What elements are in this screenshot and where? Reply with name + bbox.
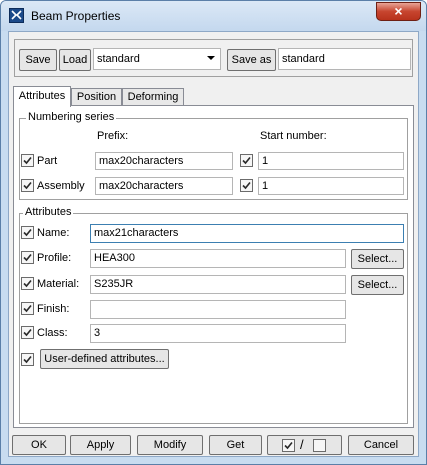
unchecked-box-icon (313, 439, 326, 452)
checkmark-icon (23, 355, 32, 364)
user-defined-checkbox[interactable] (21, 353, 34, 366)
material-select-button[interactable]: Select... (351, 275, 404, 295)
assembly-start-checkbox[interactable] (240, 179, 253, 192)
checkmark-icon (23, 328, 32, 337)
checkmark-icon (23, 279, 32, 288)
load-button[interactable]: Load (59, 49, 91, 71)
dialog-client-area: Save Load standard Save as standard Attr… (8, 31, 419, 457)
title-bar[interactable]: Beam Properties × (1, 1, 426, 31)
profile-label: Profile: (37, 252, 72, 264)
part-checkbox[interactable] (21, 154, 34, 167)
name-label: Name: (37, 227, 70, 239)
finish-field[interactable] (90, 300, 346, 319)
checkmark-icon (23, 228, 32, 237)
start-number-header: Start number: (260, 130, 327, 142)
attributes-group-label: Attributes (23, 206, 74, 218)
checkmark-icon (23, 253, 32, 262)
name-field[interactable]: max21characters (90, 224, 404, 243)
save-as-button[interactable]: Save as (227, 49, 276, 71)
assembly-checkbox[interactable] (21, 179, 34, 192)
tab-position[interactable]: Position (71, 88, 122, 106)
name-checkbox[interactable] (21, 226, 34, 239)
part-prefix-field[interactable]: max20characters (95, 152, 233, 170)
tab-deforming[interactable]: Deforming (122, 88, 184, 106)
load-select-value: standard (97, 53, 140, 65)
modify-button[interactable]: Modify (137, 435, 203, 455)
checkmark-icon (242, 181, 251, 190)
bottom-button-bar: OK Apply Modify Get / Cancel (9, 432, 418, 456)
save-as-field[interactable]: standard (278, 48, 411, 70)
checked-box-icon (282, 439, 295, 452)
chevron-down-icon (207, 56, 215, 60)
profile-field[interactable]: HEA300 (90, 249, 346, 268)
beam-properties-window: Beam Properties × Save Load standard Sav… (0, 0, 427, 465)
tab-attributes[interactable]: Attributes (13, 86, 71, 107)
apply-button[interactable]: Apply (70, 435, 131, 455)
finish-checkbox[interactable] (21, 302, 34, 315)
assembly-start-number-field[interactable]: 1 (258, 177, 404, 195)
get-button[interactable]: Get (209, 435, 262, 455)
profile-select-button[interactable]: Select... (351, 249, 404, 269)
numbering-series-label: Numbering series (26, 111, 117, 123)
ok-button[interactable]: OK (12, 435, 66, 455)
load-select[interactable]: standard (93, 48, 221, 70)
prefix-header: Prefix: (97, 130, 129, 142)
tab-strip: Attributes Position Deforming (13, 86, 313, 107)
part-start-number-field[interactable]: 1 (258, 152, 404, 170)
app-icon (9, 8, 24, 23)
window-title: Beam Properties (31, 9, 121, 23)
checkmark-icon (23, 304, 32, 313)
cancel-button[interactable]: Cancel (348, 435, 414, 455)
close-button[interactable]: × (376, 2, 421, 21)
part-label: Part (37, 155, 58, 167)
finish-label: Finish: (37, 303, 70, 315)
assembly-label: Assembly (37, 180, 85, 192)
toggle-all-checkboxes-button[interactable]: / (267, 435, 342, 455)
checkmark-icon (23, 181, 32, 190)
checkmark-icon (242, 156, 251, 165)
profile-checkbox[interactable] (21, 251, 34, 264)
part-start-checkbox[interactable] (240, 154, 253, 167)
material-field[interactable]: S235JR (90, 275, 346, 294)
toggle-separator: / (300, 437, 304, 452)
close-icon: × (394, 3, 403, 19)
user-defined-attributes-button[interactable]: User-defined attributes... (40, 349, 169, 369)
material-label: Material: (37, 278, 80, 290)
attributes-tab-panel: Numbering series Prefix: Start number: P… (13, 105, 414, 428)
checkmark-icon (23, 156, 32, 165)
class-field[interactable]: 3 (90, 324, 346, 343)
save-button[interactable]: Save (19, 49, 57, 71)
material-checkbox[interactable] (21, 277, 34, 290)
assembly-prefix-field[interactable]: max20characters (95, 177, 233, 195)
class-label: Class: (37, 327, 68, 339)
class-checkbox[interactable] (21, 326, 34, 339)
